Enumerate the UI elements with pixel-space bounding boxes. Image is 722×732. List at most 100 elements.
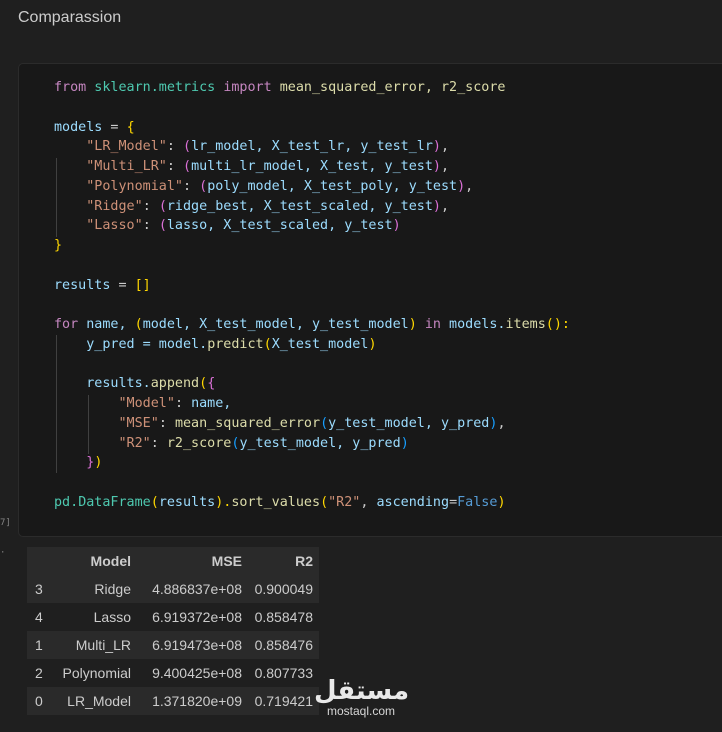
cell-model: Lasso: [93, 609, 131, 625]
cell-model: Multi_LR: [75, 637, 131, 653]
code-token: {: [126, 119, 135, 135]
row-index: 3: [35, 581, 43, 597]
cell-mse: 6.919473e+08: [152, 637, 242, 653]
code-line: }: [54, 236, 570, 256]
code-token: ,: [440, 139, 450, 155]
code-line: "R2": r2_score(y_test_model, y_pred): [54, 434, 570, 454]
code-line: "Lasso": (lasso, X_test_scaled, y_test): [54, 216, 570, 236]
cell-r2: 0.858476: [254, 637, 313, 653]
dataframe-output: Model MSE R2 3 Ridge 4.886837e+08 0.9000…: [27, 547, 319, 715]
cell-mse: 9.400425e+08: [152, 665, 242, 681]
code-token: results.: [54, 376, 151, 392]
cell-r2: 0.807733: [254, 665, 313, 681]
code-token: ,: [440, 198, 450, 214]
code-token: ): [392, 218, 401, 234]
code-token: X_test_model: [271, 336, 369, 352]
code-token: (: [150, 494, 159, 510]
code-token: ,: [360, 494, 377, 510]
code-token: y_test_model, y_pred: [328, 415, 490, 431]
code-token: :: [158, 415, 175, 431]
execution-count: 7]: [0, 518, 11, 528]
code-token: models: [54, 119, 103, 135]
code-token: =: [110, 277, 135, 293]
code-token: (: [158, 218, 167, 234]
code-token: "Polynomial": [86, 178, 183, 194]
code-line: pd.DataFrame(results).sort_values("R2", …: [54, 493, 570, 513]
code-token: model, X_test_model, y_test_model: [142, 317, 409, 332]
code-token: import: [223, 80, 272, 95]
cell-mse: 4.886837e+08: [152, 581, 242, 597]
code-line: "Multi_LR": (multi_lr_model, X_test, y_t…: [54, 157, 570, 177]
watermark-arabic: مستقل: [314, 676, 410, 706]
code-token: (: [320, 494, 329, 510]
code-token: :: [166, 159, 183, 174]
code-token: poly_model, X_test_poly, y_test: [207, 178, 458, 194]
code-token: "Model": [118, 396, 175, 411]
code-line: "Model": name,: [54, 394, 570, 414]
mostaql-watermark: مستقل mostaql.com: [314, 676, 410, 719]
code-token: ): [400, 435, 409, 451]
code-token: "R2": [118, 435, 151, 451]
cell-r2: 0.719421: [254, 693, 313, 709]
cell-mse: 6.919372e+08: [152, 609, 242, 625]
code-token: (: [134, 317, 143, 332]
code-token: pd.: [54, 494, 79, 510]
code-token: r2_score: [166, 435, 232, 451]
code-token: models.: [449, 317, 506, 332]
code-token: "Multi_LR": [86, 159, 167, 174]
code-token: =: [102, 119, 127, 135]
code-token: lasso, X_test_scaled, y_test: [166, 218, 393, 234]
cell-r2: 0.858478: [254, 609, 313, 625]
code-token: ): [432, 198, 441, 214]
watermark-latin: mostaql.com: [326, 704, 396, 718]
table-row: 3 Ridge 4.886837e+08 0.900049: [27, 575, 319, 603]
code-token: from: [54, 80, 87, 95]
code-token: predict: [207, 336, 264, 352]
code-cell[interactable]: from sklearn.metrics import mean_squared…: [18, 63, 722, 537]
column-header-mse: MSE: [137, 547, 248, 575]
code-token: sort_values: [231, 494, 321, 510]
code-line: y_pred = model.predict(X_test_model): [54, 335, 570, 355]
table-row: 2 Polynomial 9.400425e+08 0.807733: [27, 659, 319, 687]
code-token: mean_squared_error: [174, 415, 321, 431]
column-header-index: [27, 547, 53, 575]
code-token: =: [449, 494, 458, 510]
code-line: "MSE": mean_squared_error(y_test_model, …: [54, 414, 570, 434]
code-token: :: [183, 178, 200, 194]
code-token: ,: [465, 178, 474, 194]
code-line: models = {: [54, 118, 570, 138]
code-token: ): [457, 178, 466, 194]
code-editor[interactable]: from sklearn.metrics import mean_squared…: [54, 78, 570, 513]
code-token: (: [320, 415, 329, 431]
code-token: results: [54, 277, 111, 293]
code-token: name,: [191, 396, 232, 411]
row-index: 1: [35, 637, 43, 653]
code-token: mean_squared_error, r2_score: [271, 80, 506, 95]
code-token: "R2": [328, 494, 361, 510]
code-token: in: [416, 317, 450, 332]
code-token: items: [505, 317, 546, 332]
code-token: name,: [78, 317, 135, 332]
table-row: 4 Lasso 6.919372e+08 0.858478: [27, 603, 319, 631]
table-row: 0 LR_Model 1.371820e+09 0.719421: [27, 687, 319, 715]
code-token: ridge_best, X_test_scaled, y_test: [166, 198, 433, 214]
code-token: ): [408, 317, 417, 332]
code-token: :: [150, 435, 167, 451]
code-line: from sklearn.metrics import mean_squared…: [54, 78, 570, 98]
row-index: 0: [35, 693, 43, 709]
code-line: "LR_Model": (lr_model, X_test_lr, y_test…: [54, 137, 570, 157]
code-token: ():: [545, 317, 570, 332]
column-header-r2: R2: [248, 547, 319, 575]
code-token: results: [158, 494, 216, 510]
code-line: for name, (model, X_test_model, y_test_m…: [54, 315, 570, 335]
code-token: "MSE": [118, 415, 159, 431]
code-token: ,: [497, 415, 506, 431]
cell-mse: 1.371820e+09: [152, 693, 242, 709]
